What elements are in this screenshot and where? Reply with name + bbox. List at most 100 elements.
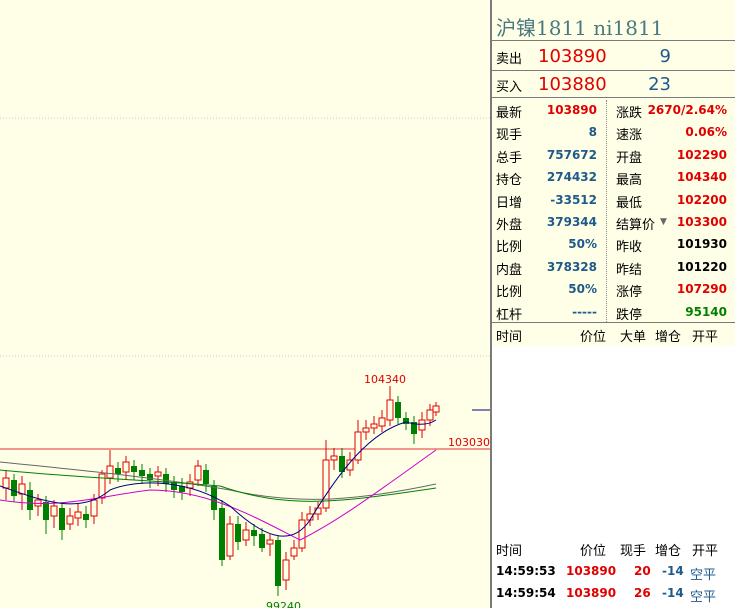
stat-value: 95140 — [685, 304, 727, 319]
divider — [492, 97, 735, 98]
sell-row[interactable]: 卖出 103890 9 — [492, 44, 735, 70]
tick-header-price: 价位 — [580, 330, 607, 345]
settle-dropdown-icon[interactable]: ▼ — [660, 217, 667, 227]
stat-row: 内盘 378328 昨结 101220 — [492, 256, 735, 279]
stat-label: 跌停 — [616, 307, 643, 323]
stat-label: 最低 — [616, 195, 643, 211]
candle-body — [115, 468, 121, 474]
stat-label: 开盘 — [616, 150, 643, 166]
candle-body — [282, 559, 290, 581]
stat-label: 外盘 — [496, 218, 523, 233]
tick-header-oi: 增仓 — [655, 330, 682, 345]
candle-body — [131, 466, 137, 472]
stat-label: 比例 — [496, 240, 523, 256]
candle-body — [235, 524, 241, 542]
quote-panel: 沪镍1811 ni1811 卖出 103890 9 买入 103880 23 最… — [490, 0, 735, 608]
candle-body — [27, 490, 33, 510]
chart-canvas[interactable]: 104340 103030 99240 — [0, 0, 490, 608]
stat-label: 结算价 — [616, 218, 656, 233]
candle-body — [50, 505, 58, 517]
divider — [492, 322, 735, 323]
buy-price: 103880 — [538, 74, 607, 95]
moving-average-line — [0, 461, 437, 500]
stat-label: 涨停 — [616, 285, 643, 301]
candle-body — [154, 471, 162, 477]
ref-label: 103030 — [448, 436, 490, 449]
candle-body — [426, 409, 434, 421]
stat-row: 比例 50% 昨收 101930 — [492, 233, 735, 256]
trade-header-price: 价位 — [580, 544, 607, 559]
sell-price: 103890 — [538, 46, 607, 67]
low-label: 99240 — [266, 600, 301, 608]
stat-label: 最高 — [616, 173, 643, 189]
stat-label: 内盘 — [496, 262, 523, 278]
stat-row: 比例 50% 涨停 107290 — [492, 278, 735, 301]
stat-value: 101220 — [676, 259, 727, 274]
stat-value: 0.06% — [685, 125, 727, 140]
candle-body — [59, 508, 65, 530]
stat-row: 最新 103890 涨跌 2670/2.64% — [492, 99, 735, 122]
stat-row: 总手 757672 开盘 102290 — [492, 144, 735, 167]
trade-price: 103890 — [566, 586, 617, 600]
moving-average-line — [0, 419, 437, 537]
stat-value: 50% — [568, 237, 597, 252]
candle-body — [290, 547, 298, 557]
big-order-list[interactable] — [492, 346, 735, 532]
stat-label: 涨跌 — [616, 106, 643, 121]
tick-header-big: 大单 — [620, 330, 647, 345]
candle-body — [66, 515, 74, 525]
candle-body — [362, 427, 370, 433]
candle-body — [259, 534, 265, 548]
trade-open: 空平 — [690, 568, 717, 583]
candle-body — [2, 477, 10, 489]
stat-value: -33512 — [550, 192, 597, 207]
stat-value: 378328 — [546, 259, 597, 274]
candle-body — [139, 470, 145, 476]
stat-value: 102200 — [676, 192, 727, 207]
stat-value: 102290 — [676, 147, 727, 162]
candle-body — [83, 514, 89, 520]
stat-value: 104340 — [676, 170, 727, 185]
candle-body — [378, 417, 386, 427]
candle-body — [106, 465, 114, 479]
stat-label: 现手 — [496, 128, 523, 144]
trade-price: 103890 — [566, 564, 617, 578]
trade-time: 14:59:53 — [496, 564, 556, 578]
divider — [492, 70, 735, 71]
trade-header-vol: 现手 — [620, 544, 647, 559]
stat-label: 持仓 — [496, 173, 523, 189]
candlestick-chart[interactable]: 104340 103030 99240 — [0, 0, 490, 608]
stat-row: 持仓 274432 最高 104340 — [492, 166, 735, 189]
stat-row: 现手 8 速涨 0.06% — [492, 121, 735, 144]
candle-body — [74, 511, 82, 519]
candle-body — [395, 402, 401, 418]
stat-row: 杠杆 ----- 跌停 95140 — [492, 301, 735, 324]
candle-body — [219, 508, 225, 560]
trade-oi: -14 — [662, 586, 684, 600]
divider — [492, 40, 735, 41]
stat-value: 103300 — [676, 215, 727, 229]
candle-body — [90, 499, 98, 517]
stat-label: 速涨 — [616, 128, 643, 144]
stat-value: 274432 — [546, 170, 597, 185]
trade-header-open: 开平 — [692, 544, 719, 559]
trade-open: 空平 — [690, 590, 717, 605]
stat-label: 昨结 — [616, 262, 643, 278]
stat-value: ----- — [572, 304, 597, 319]
candle-body — [242, 529, 250, 541]
trade-header-time: 时间 — [496, 544, 523, 559]
stat-value: 757672 — [546, 147, 597, 162]
trade-vol: 26 — [634, 586, 651, 600]
candle-body — [298, 519, 306, 549]
stat-label: 最新 — [496, 106, 523, 121]
high-label: 104340 — [364, 373, 406, 386]
stat-label: 总手 — [496, 150, 523, 166]
buy-row[interactable]: 买入 103880 23 — [492, 72, 735, 98]
candle-body — [266, 539, 274, 545]
candle-body — [432, 405, 440, 413]
stat-label: 日增 — [496, 195, 523, 211]
candle-body — [194, 465, 202, 481]
stat-value: 8 — [588, 125, 597, 140]
candle-body — [122, 461, 130, 473]
stat-value: 2670/2.64% — [647, 103, 727, 117]
